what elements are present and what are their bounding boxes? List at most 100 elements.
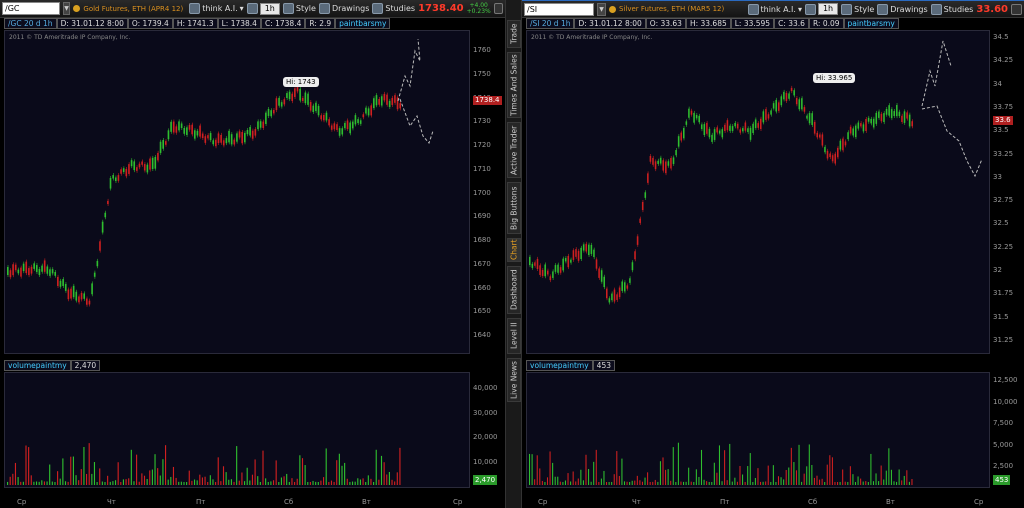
sidebar-tab-dashboard[interactable]: Dashboard [507, 266, 521, 314]
projection-line [399, 98, 434, 144]
candle-body [378, 99, 380, 105]
sidebar-tab-times-and-sales[interactable]: Times And Sales [507, 52, 521, 118]
volume-bar [394, 481, 396, 485]
symbol-input[interactable]: /SI [524, 2, 594, 16]
volume-study-name[interactable]: volumepaintmy [526, 360, 593, 371]
volume-bar [270, 481, 272, 485]
axis-tick-label: 1750 [473, 69, 491, 78]
candle-body [238, 131, 241, 138]
candle-body [621, 281, 623, 291]
axis-tick-label: 34.5 [993, 33, 1009, 41]
change-box: +4.00 +0.23% [467, 2, 491, 15]
candle-body [62, 279, 64, 287]
settings-icon[interactable] [493, 3, 503, 14]
volume-bar [559, 481, 561, 485]
sidebar-tab-live-news[interactable]: Live News [507, 358, 521, 402]
symbol-dropdown-icon[interactable]: ▼ [62, 2, 71, 15]
volume-bar [816, 475, 818, 485]
volume-bar [885, 470, 887, 485]
symbol-input[interactable]: /GC [2, 2, 60, 15]
drawings-button[interactable]: Drawings [318, 3, 369, 14]
candle-body [539, 265, 541, 275]
volume-bar [373, 481, 375, 485]
sidebar-tab-level-ii[interactable]: Level II [507, 318, 521, 354]
volume-bar [325, 448, 327, 485]
volume-bar [629, 481, 631, 485]
candle-body [51, 269, 54, 274]
settings-icon[interactable] [1011, 3, 1022, 15]
sidebar-tab-trade[interactable]: Trade [507, 20, 521, 48]
volume-value: 453 [592, 360, 615, 371]
volume-header: volumepaintmy 453 [526, 360, 615, 372]
volume-bar [130, 449, 132, 485]
candle-body [291, 93, 294, 102]
volume-bar [278, 481, 280, 485]
sidebar-tab-active-trader[interactable]: Active Trader [507, 122, 521, 178]
volume-bar [157, 468, 159, 485]
candle-body [375, 95, 378, 106]
candle-body [386, 94, 388, 105]
info-study[interactable]: paintbarsmy [335, 18, 391, 29]
price-chart[interactable]: 2011 © TD Ameritrade IP Company, Inc. Hi… [4, 30, 470, 354]
sidebar-tab-chart[interactable]: Chart [507, 238, 521, 262]
candle-body [878, 111, 880, 118]
volume-chart[interactable] [526, 372, 990, 488]
drawings-button[interactable]: Drawings [877, 3, 928, 15]
candle-body [634, 251, 636, 260]
volume-study-name[interactable]: volumepaintmy [4, 360, 71, 371]
volume-bar [309, 481, 311, 485]
volume-bar [207, 481, 209, 485]
style-button[interactable]: Style [841, 3, 875, 15]
current-volume-tag: 2,470 [473, 475, 498, 485]
volume-bar [675, 481, 677, 485]
candle-body [606, 288, 608, 299]
axis-tick-label: 33.75 [993, 102, 1014, 111]
volume-chart[interactable] [4, 372, 470, 488]
think-ai-button[interactable]: think A.I. ▾ [747, 3, 802, 15]
volume-bar [903, 475, 905, 485]
volume-bar [821, 478, 823, 485]
volume-bar [901, 480, 903, 485]
info-study[interactable]: paintbarsmy [843, 18, 899, 29]
candle-body [172, 121, 175, 133]
candle-body [852, 128, 854, 136]
studies-button[interactable]: Studies [372, 3, 415, 14]
candle-body [54, 271, 57, 276]
sidebar-tab-big-buttons[interactable]: Big Buttons [507, 182, 521, 234]
volume-bar [328, 481, 330, 485]
candle-body [17, 269, 20, 274]
candle-body [325, 112, 328, 121]
timeframe-selector[interactable]: 1h [804, 3, 839, 15]
timeframe-selector[interactable]: 1h [246, 2, 280, 15]
volume-bar [803, 473, 805, 485]
candle-body [562, 258, 564, 271]
info-symbol[interactable]: /SI 20 d 1h [526, 18, 575, 29]
candle-body [857, 122, 860, 129]
price-chart[interactable]: 2011 © TD Ameritrade IP Company, Inc. Hi… [526, 30, 990, 354]
volume-bar [323, 477, 325, 485]
volume-bar [572, 471, 574, 485]
candle-body [783, 91, 785, 100]
info-symbol[interactable]: /GC 20 d 1h [4, 18, 57, 29]
candle-body [367, 108, 370, 116]
volume-bar [251, 474, 254, 485]
candle-body [349, 122, 351, 134]
candle-body [107, 200, 109, 205]
volume-bar [721, 481, 723, 485]
candle-body [557, 264, 559, 273]
studies-button[interactable]: Studies [930, 3, 973, 15]
candle-body [320, 115, 322, 120]
candle-body [178, 121, 180, 131]
style-label: Style [854, 4, 875, 14]
volume-bar [262, 450, 264, 485]
volume-bar [35, 481, 38, 485]
volume-bar [151, 469, 153, 485]
volume-bar [536, 455, 538, 485]
style-button[interactable]: Style [282, 3, 316, 14]
volume-bar [680, 481, 682, 485]
candle-body [582, 244, 585, 251]
symbol-dropdown-icon[interactable]: ▼ [597, 2, 606, 16]
axis-tick-label: 5,000 [993, 440, 1014, 449]
candle-body [12, 264, 14, 276]
think-ai-button[interactable]: think A.I. ▾ [189, 3, 244, 14]
